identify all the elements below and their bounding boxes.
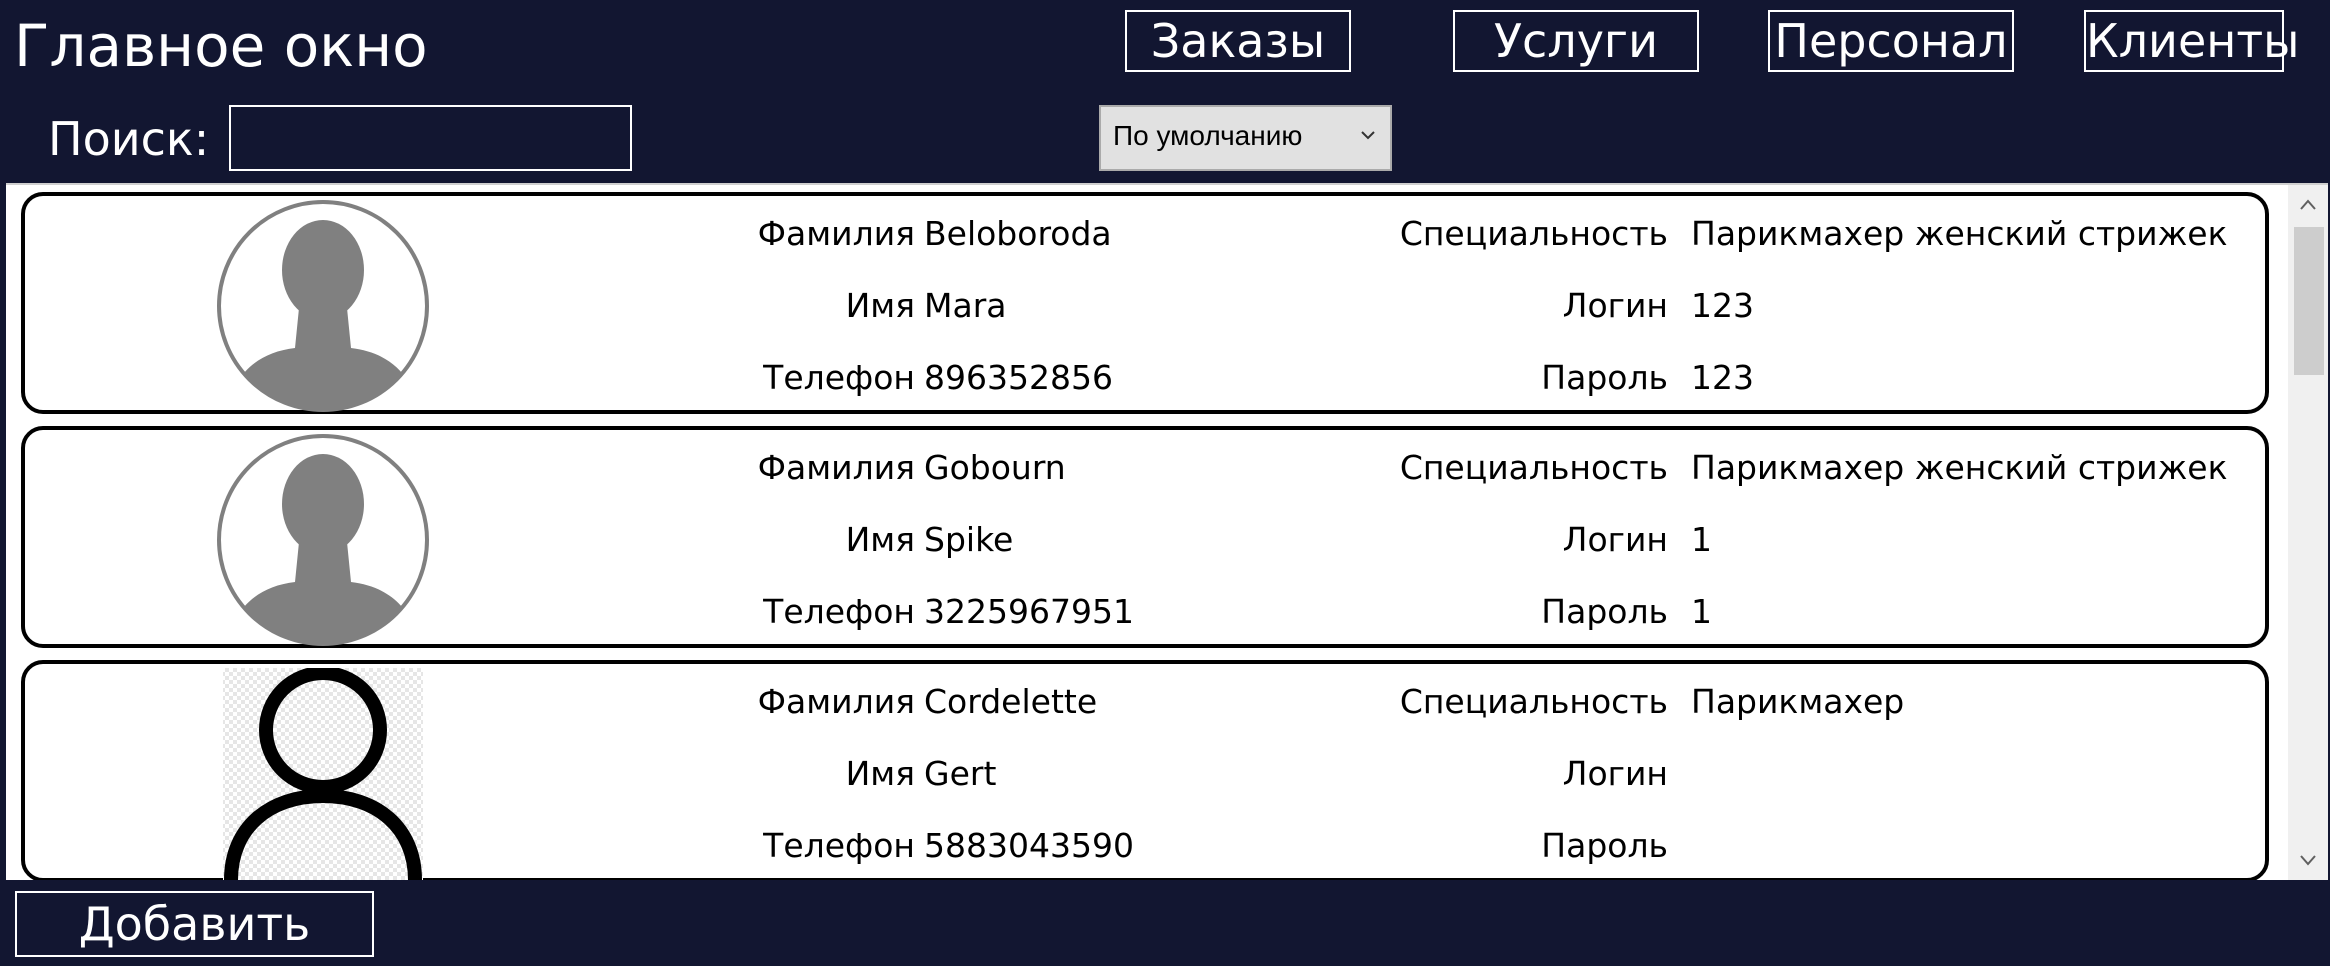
specialty-value: Парикмахер женский стрижек bbox=[1691, 448, 2228, 487]
services-button[interactable]: Услуги bbox=[1453, 10, 1699, 72]
name-label: Имя bbox=[845, 754, 915, 793]
specialty-label: Специальность bbox=[1399, 214, 1668, 253]
phone-label: Телефон bbox=[763, 592, 915, 631]
chevron-down-icon bbox=[1361, 131, 1375, 140]
name-value: Spike bbox=[924, 520, 1014, 559]
phone-label: Телефон bbox=[763, 358, 915, 397]
scroll-up-arrow-icon[interactable] bbox=[2288, 185, 2328, 225]
search-label: Поиск: bbox=[48, 112, 210, 166]
password-label: Пароль bbox=[1541, 358, 1668, 397]
scrollbar-thumb[interactable] bbox=[2294, 227, 2324, 375]
login-value: 1 bbox=[1691, 520, 1712, 559]
name-label: Имя bbox=[845, 520, 915, 559]
scroll-down-arrow-icon[interactable] bbox=[2288, 840, 2328, 880]
password-label: Пароль bbox=[1541, 592, 1668, 631]
password-value: 123 bbox=[1691, 358, 1754, 397]
staff-button[interactable]: Персонал bbox=[1768, 10, 2014, 72]
name-value: Mara bbox=[924, 286, 1007, 325]
search-input[interactable] bbox=[229, 105, 632, 171]
vertical-scrollbar[interactable] bbox=[2288, 185, 2328, 880]
login-value: 123 bbox=[1691, 286, 1754, 325]
specialty-label: Специальность bbox=[1399, 682, 1668, 721]
window-title: Главное окно bbox=[14, 12, 428, 80]
surname-label: Фамилия bbox=[757, 682, 915, 721]
password-value: 1 bbox=[1691, 592, 1712, 631]
staff-card[interactable]: Фамилия Beloboroda Имя Mara Телефон 8963… bbox=[21, 192, 2269, 414]
sort-dropdown[interactable]: По умолчанию bbox=[1099, 105, 1392, 171]
surname-label: Фамилия bbox=[757, 214, 915, 253]
clients-button[interactable]: Клиенты bbox=[2084, 10, 2299, 72]
login-label: Логин bbox=[1562, 520, 1668, 559]
password-label: Пароль bbox=[1541, 826, 1668, 865]
sort-dropdown-value: По умолчанию bbox=[1113, 120, 1303, 151]
staff-card[interactable]: Фамилия Gobourn Имя Spike Телефон 322596… bbox=[21, 426, 2269, 648]
orders-button[interactable]: Заказы bbox=[1125, 10, 1351, 72]
specialty-label: Специальность bbox=[1399, 448, 1668, 487]
add-button[interactable]: Добавить bbox=[15, 891, 374, 957]
login-label: Логин bbox=[1562, 754, 1668, 793]
specialty-value: Парикмахер женский стрижек bbox=[1691, 214, 2228, 253]
surname-label: Фамилия bbox=[757, 448, 915, 487]
staff-card[interactable]: Фамилия Cordelette Имя Gert Телефон 5883… bbox=[21, 660, 2269, 880]
staff-list: Фамилия Beloboroda Имя Mara Телефон 8963… bbox=[6, 183, 2328, 880]
phone-label: Телефон bbox=[763, 826, 915, 865]
specialty-value: Парикмахер bbox=[1691, 682, 1905, 721]
login-label: Логин bbox=[1562, 286, 1668, 325]
name-value: Gert bbox=[924, 754, 997, 793]
name-label: Имя bbox=[845, 286, 915, 325]
